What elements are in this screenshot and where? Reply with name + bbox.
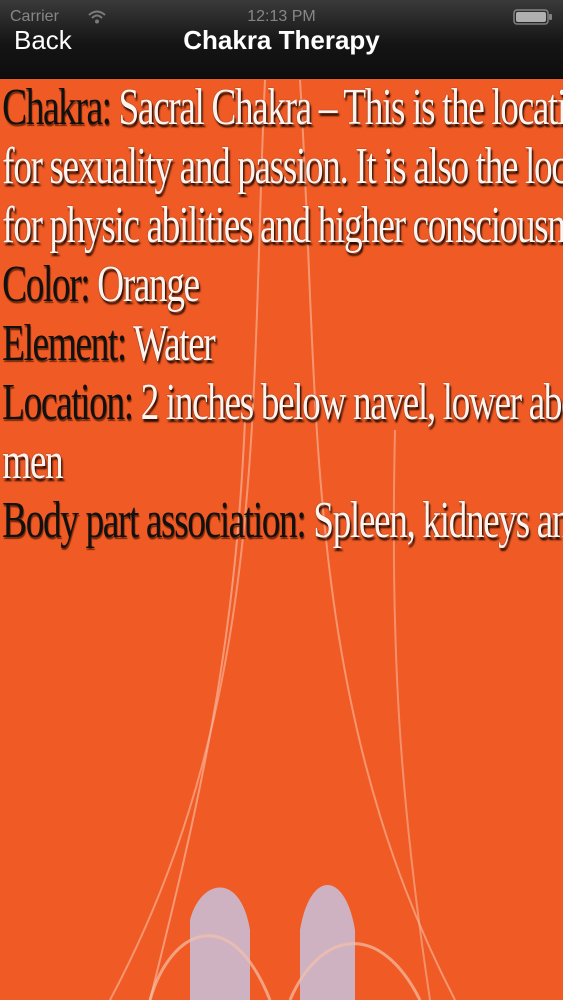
chakra-value: Sacral Chakra – This is the location [118,79,563,136]
element-value: Water [133,315,216,372]
chakra-info-text: Chakra: Sacral Chakra – This is the loca… [0,78,563,550]
body-part-value: Spleen, kidneys and [313,492,563,549]
chakra-label: Chakra: [2,79,112,136]
color-label: Color: [2,256,90,313]
color-line: Color: Orange [0,255,563,314]
chakra-line-2: for sexuality and passion. It is also th… [2,138,563,195]
navigation-bar: Carrier 12:13 PM Back Chakra Therapy [0,0,563,79]
element-label: Element: [2,315,127,372]
battery-icon [513,9,552,25]
location-line-2: men [2,433,64,490]
location-label: Location: [2,374,134,431]
location-value: 2 inches below navel, lower abdo- [140,374,563,431]
chakra-line-3: for physic abilities and higher consciou… [2,197,563,254]
status-time: 12:13 PM [247,8,316,25]
body-part-label: Body part association: [2,492,307,549]
location-line-1: Location: 2 inches below navel, lower ab… [0,373,563,432]
status-bar: Carrier 12:13 PM [0,0,563,30]
chakra-line-1: Chakra: Sacral Chakra – This is the loca… [0,78,563,137]
app-screen: Carrier 12:13 PM Back Chakra Therapy Cha… [0,0,563,1000]
element-line: Element: Water [0,314,563,373]
color-value: Orange [97,256,200,313]
back-button[interactable]: Back [14,25,72,56]
body-part-line: Body part association: Spleen, kidneys a… [0,491,563,550]
